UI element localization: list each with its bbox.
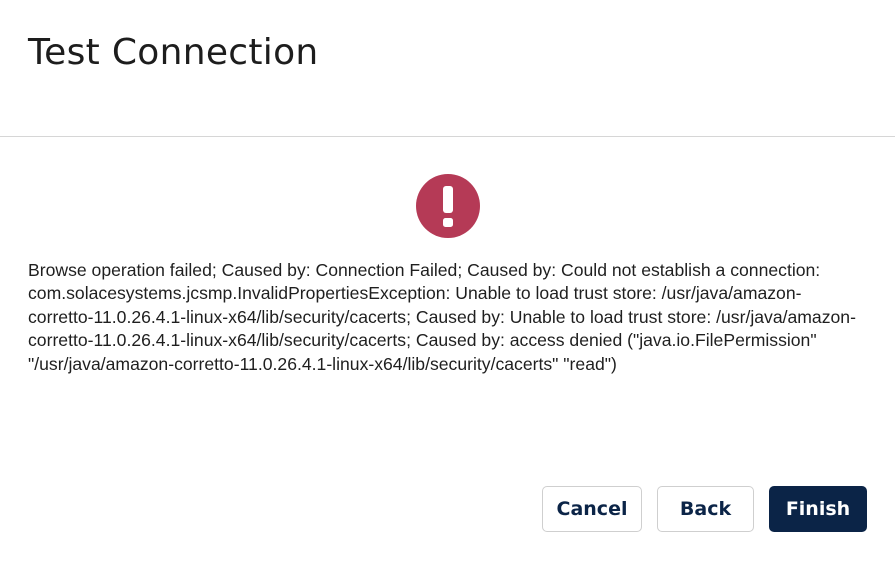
finish-button[interactable]: Finish — [769, 486, 867, 532]
dialog-title: Test Connection — [28, 32, 319, 73]
exclamation-circle-icon — [416, 174, 480, 238]
back-button[interactable]: Back — [657, 486, 754, 532]
error-message: Browse operation failed; Caused by: Conn… — [28, 260, 856, 374]
cancel-button[interactable]: Cancel — [542, 486, 642, 532]
dialog-header: Test Connection — [0, 0, 895, 137]
test-connection-dialog: Test Connection Browse operation failed;… — [0, 0, 895, 562]
